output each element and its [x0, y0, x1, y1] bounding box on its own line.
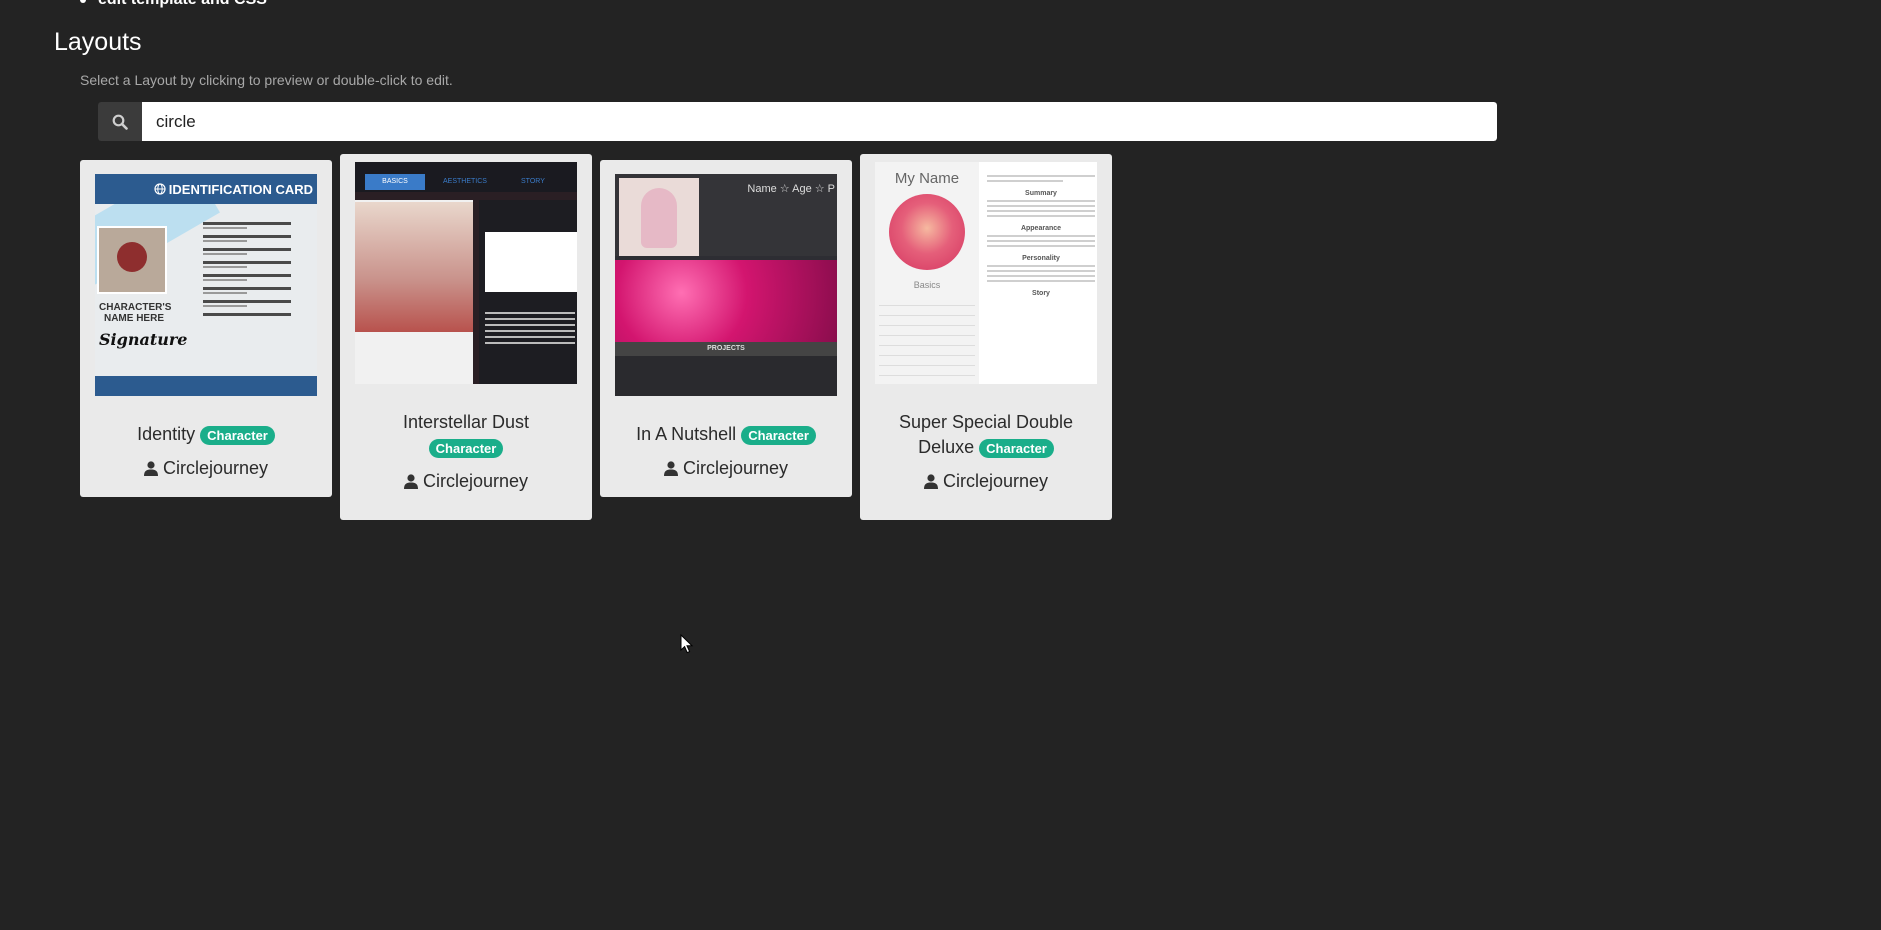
thumb-heading: Summary: [1025, 190, 1057, 197]
thumb-tab: AESTHETICS: [443, 178, 487, 185]
author-name: Circlejourney: [942, 471, 1049, 491]
thumb-name: Name ☆ Age ☆ P: [747, 183, 835, 195]
thumb-header: IDENTIFICATION CARD: [95, 174, 317, 204]
previous-list-item: edit template and CSS: [80, 0, 267, 9]
layout-search-bar: [98, 102, 1497, 141]
thumb-heading: Story: [1032, 290, 1050, 297]
layout-card-in-a-nutshell[interactable]: Name ☆ Age ☆ P PROJECTS In A Nutshell Ch…: [600, 160, 852, 497]
character-badge: Character: [979, 438, 1054, 458]
previous-list-item-text: edit template and CSS: [98, 0, 267, 9]
card-title: Super Special Double Deluxe Character: [875, 410, 1097, 460]
card-author[interactable]: Circlejourney: [95, 458, 317, 479]
author-name: Circlejourney: [422, 471, 529, 491]
author-name: Circlejourney: [682, 458, 789, 478]
search-icon: [112, 114, 128, 130]
thumb-rows: [879, 296, 975, 376]
thumb-basics: Basics: [913, 280, 941, 290]
card-title: In A Nutshell Character: [615, 422, 837, 447]
search-input[interactable]: [142, 102, 1497, 141]
character-badge: Character: [428, 438, 504, 458]
card-title: Interstellar Dust Character: [355, 410, 577, 460]
card-title-text: In A Nutshell: [636, 424, 737, 444]
thumb-photo: [97, 226, 167, 294]
layout-card-list: IDENTIFICATION CARD CHARACTER'S NAME HER…: [80, 154, 1112, 520]
thumb-tab: STORY: [521, 178, 545, 185]
user-icon: [923, 474, 938, 489]
thumb-main: Summary Appearance Personality Story: [987, 172, 1095, 299]
layout-card-super-special-double-deluxe[interactable]: My Name Basics Summary Appearance Person…: [860, 154, 1112, 520]
layout-thumbnail: BASICS AESTHETICS STORY: [355, 162, 577, 384]
thumb-heading: Personality: [1022, 255, 1060, 262]
mouse-cursor-icon: [680, 634, 694, 654]
layout-thumbnail: Name ☆ Age ☆ P PROJECTS: [615, 174, 837, 396]
layout-thumbnail: My Name Basics Summary Appearance Person…: [875, 162, 1097, 384]
character-badge: Character: [741, 425, 816, 445]
thumb-fields: [203, 216, 313, 318]
layout-card-identity[interactable]: IDENTIFICATION CARD CHARACTER'S NAME HER…: [80, 160, 332, 497]
card-author[interactable]: Circlejourney: [615, 458, 837, 479]
thumb-signature: Signature: [99, 330, 188, 349]
user-icon: [403, 474, 418, 489]
thumb-projects: PROJECTS: [615, 342, 837, 356]
thumb-avatar: [889, 194, 965, 270]
thumb-portrait: [619, 178, 699, 256]
thumb-name: CHARACTER'S NAME HERE: [99, 302, 172, 324]
card-title: Identity Character: [95, 422, 317, 447]
thumb-name: My Name: [894, 170, 960, 187]
user-icon: [143, 461, 158, 476]
thumb-heading: Appearance: [1020, 225, 1062, 232]
bullet-dot: [80, 0, 86, 3]
thumb-footer: [95, 376, 317, 396]
layout-thumbnail: IDENTIFICATION CARD CHARACTER'S NAME HER…: [95, 174, 317, 396]
user-icon: [663, 461, 678, 476]
card-author[interactable]: Circlejourney: [875, 471, 1097, 492]
thumb-bottom: [615, 356, 837, 396]
thumb-text: [485, 308, 575, 348]
thumb-header-text: IDENTIFICATION CARD: [168, 181, 313, 197]
thumb-tab: BASICS: [365, 174, 425, 190]
globe-icon: [154, 183, 166, 195]
thumb-portrait: [355, 202, 473, 332]
layout-card-interstellar-dust[interactable]: BASICS AESTHETICS STORY Interstellar Dus…: [340, 154, 592, 520]
author-name: Circlejourney: [162, 458, 269, 478]
card-title-text: Identity: [137, 424, 196, 444]
search-button[interactable]: [98, 102, 142, 141]
card-author[interactable]: Circlejourney: [355, 471, 577, 492]
thumb-right-panel: [479, 200, 577, 384]
section-title: Layouts: [54, 28, 142, 56]
thumb-info-box: [485, 232, 577, 292]
character-badge: Character: [200, 425, 275, 445]
section-help-text: Select a Layout by clicking to preview o…: [80, 72, 453, 88]
card-title-text: Interstellar Dust: [402, 412, 530, 432]
thumb-banner: [615, 260, 837, 342]
